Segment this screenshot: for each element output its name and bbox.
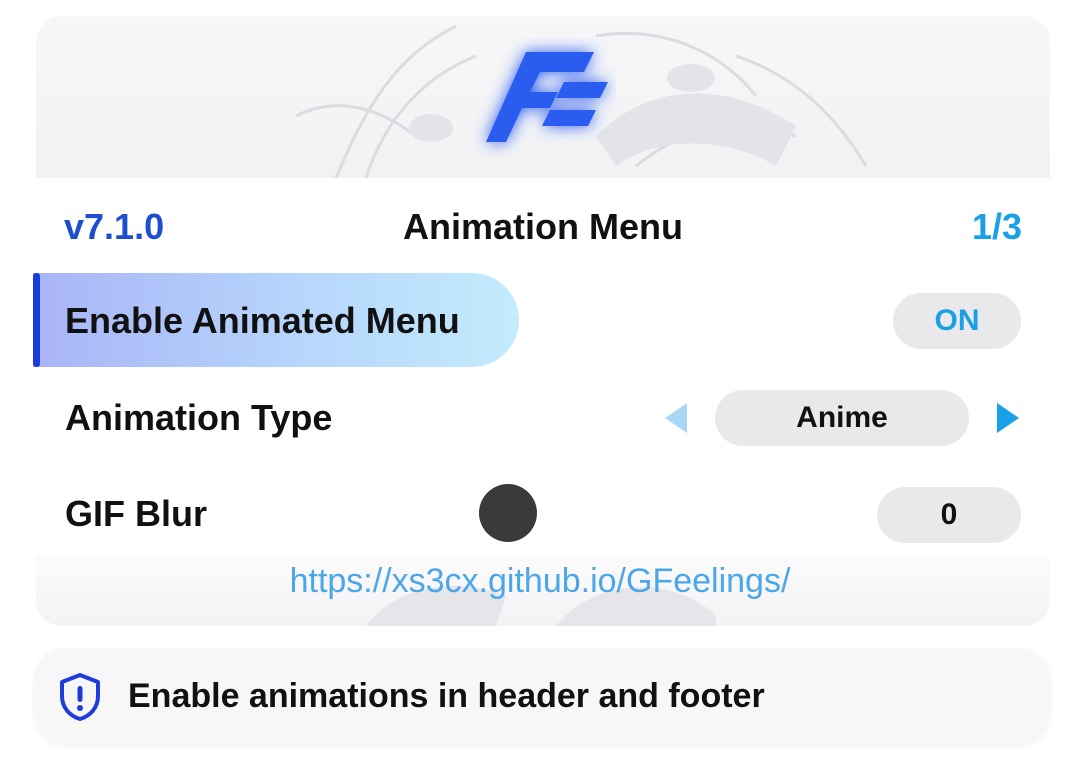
arrow-left-icon[interactable]: [665, 403, 687, 433]
header-banner: [36, 16, 1050, 178]
selection-accent-bar: [33, 273, 40, 367]
arrow-right-icon[interactable]: [997, 403, 1019, 433]
menu-item-enable-animated-menu[interactable]: Enable Animated Menu ON: [33, 273, 1053, 367]
slider-knob[interactable]: [479, 484, 537, 542]
footer-url-link[interactable]: https://xs3cx.github.io/GFeelings/: [0, 562, 1080, 601]
toggle-pill[interactable]: ON: [893, 293, 1021, 349]
menu-item-animation-type[interactable]: Animation Type Anime: [33, 370, 1053, 464]
menu-item-gif-blur[interactable]: GIF Blur 0: [33, 466, 1053, 560]
gf-logo-icon: [486, 52, 608, 142]
shield-exclamation-icon: [60, 673, 100, 721]
info-bar: Enable animations in header and footer: [34, 648, 1050, 744]
menu-item-label: Enable Animated Menu: [65, 300, 460, 341]
page-title: Animation Menu: [403, 206, 683, 247]
menu-header: v7.1.0 Animation Menu 1/3: [36, 186, 1050, 266]
page-indicator: 1/3: [971, 206, 1022, 247]
menu-item-label: GIF Blur: [65, 493, 207, 534]
info-text: Enable animations in header and footer: [128, 677, 765, 715]
menu-item-label: Animation Type: [65, 397, 333, 438]
animation-type-selector[interactable]: Anime: [715, 390, 969, 446]
gif-blur-value[interactable]: 0: [877, 487, 1021, 543]
